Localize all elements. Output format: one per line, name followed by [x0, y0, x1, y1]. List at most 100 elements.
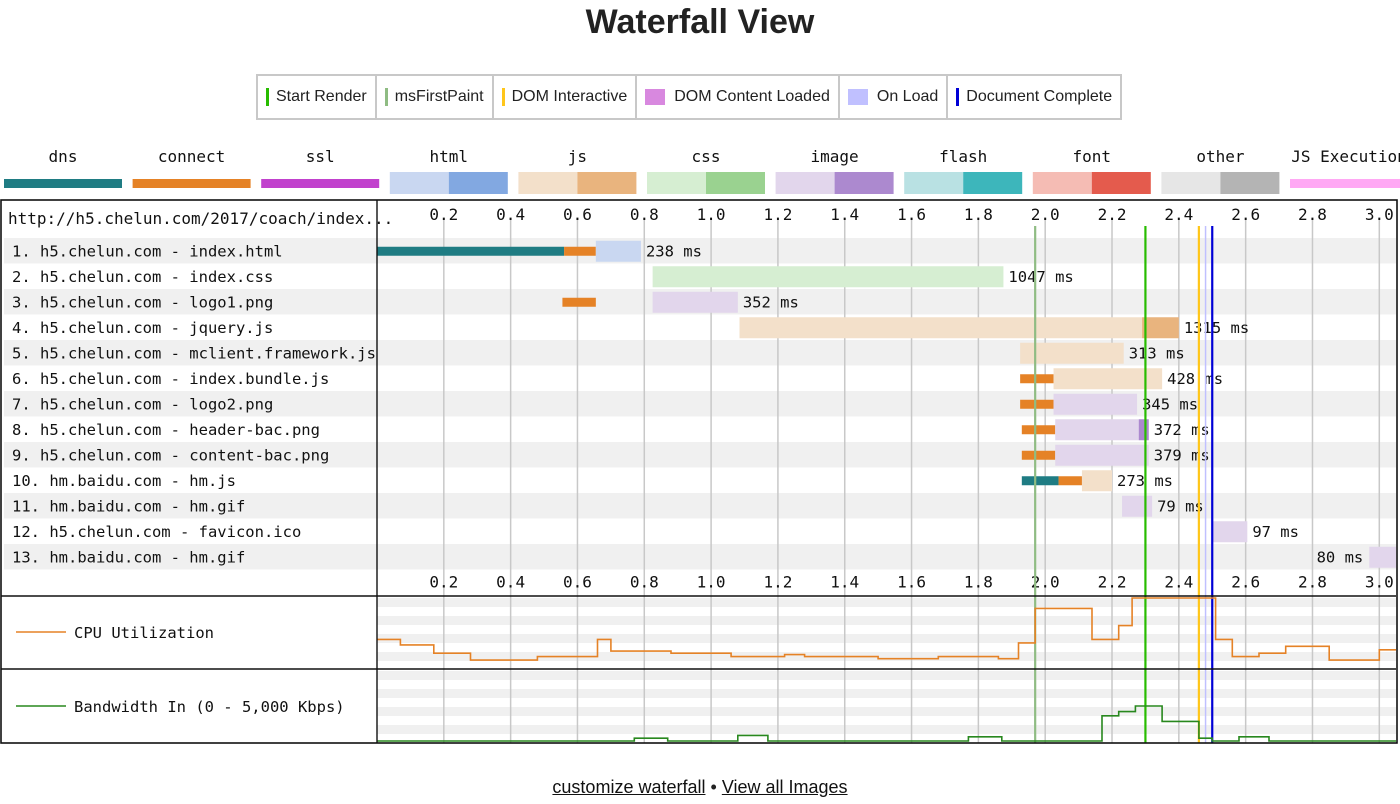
request-label: 13. hm.baidu.com - hm.gif	[12, 548, 245, 566]
request-label: 7. h5.chelun.com - logo2.png	[12, 395, 273, 413]
content-type-label-other: other	[1196, 147, 1245, 166]
url-header: http://h5.chelun.com/2017/coach/index...	[8, 209, 393, 228]
request-duration: 238 ms	[646, 242, 702, 260]
request-connect-bar	[1058, 476, 1082, 486]
x-tick-label-bottom: 1.2	[763, 573, 792, 592]
x-tick-label-top: 2.0	[1031, 205, 1060, 224]
request-duration: 1315 ms	[1184, 319, 1249, 337]
bw-grid-stripe	[377, 671, 1396, 680]
content-type-label-js-execution: JS Execution	[1291, 147, 1400, 166]
x-tick-label-top: 2.8	[1298, 205, 1327, 224]
request-wait-bar	[1081, 470, 1113, 492]
x-tick-label-top: 1.2	[763, 205, 792, 224]
x-tick-label-bottom: 0.8	[630, 573, 659, 592]
request-connect-bar	[1021, 425, 1056, 435]
content-type-swatch-light	[518, 172, 578, 194]
cpu-label: CPU Utilization	[74, 624, 214, 642]
content-type-label-css: css	[692, 147, 721, 166]
content-type-swatch	[1290, 179, 1400, 188]
footer-separator: •	[710, 777, 717, 797]
content-type-swatch-light	[1032, 172, 1092, 194]
request-wait-bar	[1053, 393, 1138, 415]
request-label: 10. hm.baidu.com - hm.js	[12, 472, 236, 490]
content-type-swatch-dark	[1091, 172, 1151, 194]
content-type-swatch-light	[389, 172, 449, 194]
content-type-label-dns: dns	[49, 147, 78, 166]
content-type-swatch-dark	[1220, 172, 1280, 194]
request-label: 5. h5.chelun.com - mclient.framework.js	[12, 344, 376, 362]
request-wait-bar	[1122, 495, 1153, 517]
x-tick-label-bottom: 0.4	[496, 573, 525, 592]
content-type-label-ssl: ssl	[306, 147, 335, 166]
request-label: 1. h5.chelun.com - index.html	[12, 242, 283, 260]
x-tick-label-top: 2.6	[1231, 205, 1260, 224]
request-wait-bar	[1055, 419, 1139, 441]
request-label: 8. h5.chelun.com - header-bac.png	[12, 421, 320, 439]
request-wait-bar	[1369, 546, 1396, 568]
request-dns-bar	[377, 246, 565, 256]
x-tick-label-top: 1.0	[697, 205, 726, 224]
x-tick-label-bottom: 1.4	[830, 573, 859, 592]
content-type-swatch-dark	[834, 172, 894, 194]
x-tick-label-bottom: 1.6	[897, 573, 926, 592]
x-tick-label-bottom: 3.0	[1365, 573, 1394, 592]
x-tick-label-bottom: 0.2	[429, 573, 458, 592]
request-label: 12. h5.chelun.com - favicon.ico	[12, 523, 301, 541]
request-label: 2. h5.chelun.com - index.css	[12, 268, 273, 286]
x-tick-label-top: 0.8	[630, 205, 659, 224]
content-type-label-font: font	[1073, 147, 1112, 166]
customize-waterfall-link[interactable]: customize waterfall	[552, 777, 705, 797]
request-label: 3. h5.chelun.com - logo1.png	[12, 293, 273, 311]
x-tick-label-bottom: 2.8	[1298, 573, 1327, 592]
bw-grid-stripe	[377, 707, 1396, 716]
request-wait-bar	[739, 317, 1143, 339]
bandwidth-label: Bandwidth In (0 - 5,000 Kbps)	[74, 698, 345, 716]
content-type-label-flash: flash	[939, 147, 987, 166]
x-tick-label-bottom: 2.6	[1231, 573, 1260, 592]
content-type-label-js: js	[568, 147, 587, 166]
request-wait-bar	[1212, 521, 1248, 543]
request-label: 6. h5.chelun.com - index.bundle.js	[12, 370, 329, 388]
request-duration: 1047 ms	[1008, 268, 1073, 286]
request-connect-bar	[1020, 399, 1054, 409]
cpu-utilization-line	[377, 597, 1396, 661]
content-type-swatch-dark	[448, 172, 508, 194]
view-all-images-link[interactable]: View all Images	[722, 777, 848, 797]
request-dns-bar	[1021, 476, 1059, 486]
request-wait-bar	[652, 266, 1004, 288]
request-duration: 97 ms	[1252, 523, 1299, 541]
content-type-swatch-dark	[963, 172, 1023, 194]
request-duration: 80 ms	[1317, 548, 1364, 566]
request-connect-bar	[562, 297, 596, 307]
request-connect-bar	[564, 246, 596, 256]
content-type-swatch	[4, 179, 122, 188]
waterfall-chart: dns connect ssl html js css image flash font othe…	[0, 147, 1400, 744]
x-tick-label-top: 0.4	[496, 205, 525, 224]
content-type-swatch-light	[904, 172, 964, 194]
request-connect-bar	[1020, 374, 1054, 384]
x-tick-label-top: 1.6	[897, 205, 926, 224]
waterfall-chart-container: dns connect ssl html js css image flash font othe…	[0, 0, 1400, 775]
x-tick-label-bottom: 2.4	[1164, 573, 1193, 592]
request-download-bar	[1138, 419, 1149, 441]
x-tick-label-top: 1.8	[964, 205, 993, 224]
content-type-label-image: image	[811, 147, 859, 166]
bw-grid-stripe	[377, 689, 1396, 698]
x-tick-label-bottom: 1.8	[964, 573, 993, 592]
request-wait-bar	[595, 240, 641, 262]
request-duration: 372 ms	[1154, 421, 1210, 439]
request-duration: 79 ms	[1157, 497, 1204, 515]
x-tick-label-top: 0.2	[429, 205, 458, 224]
content-type-swatch-dark	[577, 172, 637, 194]
x-tick-label-top: 2.4	[1164, 205, 1193, 224]
request-download-bar	[1142, 317, 1179, 339]
cpu-grid-stripe	[377, 616, 1396, 625]
x-tick-label-top: 1.4	[830, 205, 859, 224]
request-label: 9. h5.chelun.com - content-bac.png	[12, 446, 329, 464]
content-type-swatch	[132, 179, 251, 188]
request-wait-bar	[652, 291, 738, 313]
content-type-swatch-light	[647, 172, 706, 194]
request-connect-bar	[1021, 450, 1056, 460]
content-type-swatch-light	[775, 172, 835, 194]
request-duration: 313 ms	[1129, 344, 1185, 362]
